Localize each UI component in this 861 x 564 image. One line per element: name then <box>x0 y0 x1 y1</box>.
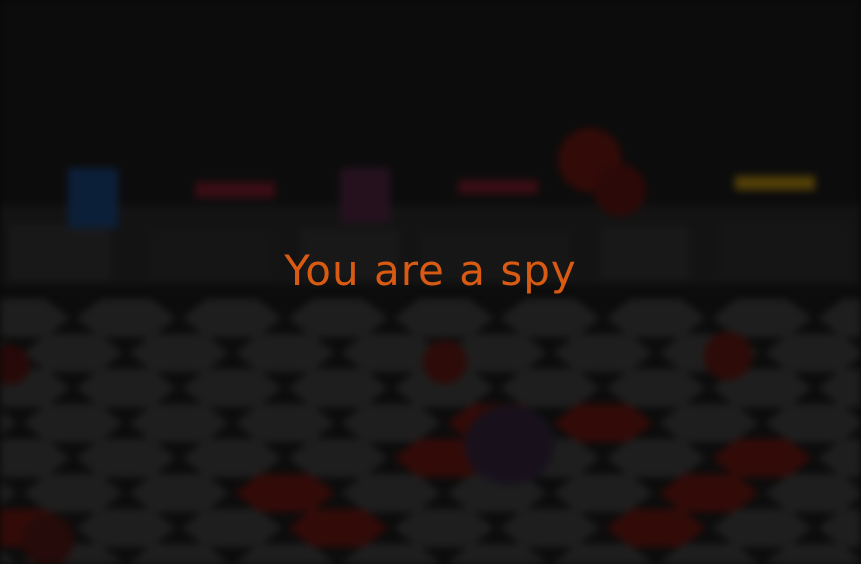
game-stage: You are a spy <box>0 0 861 564</box>
role-announcement: You are a spy <box>284 246 577 295</box>
